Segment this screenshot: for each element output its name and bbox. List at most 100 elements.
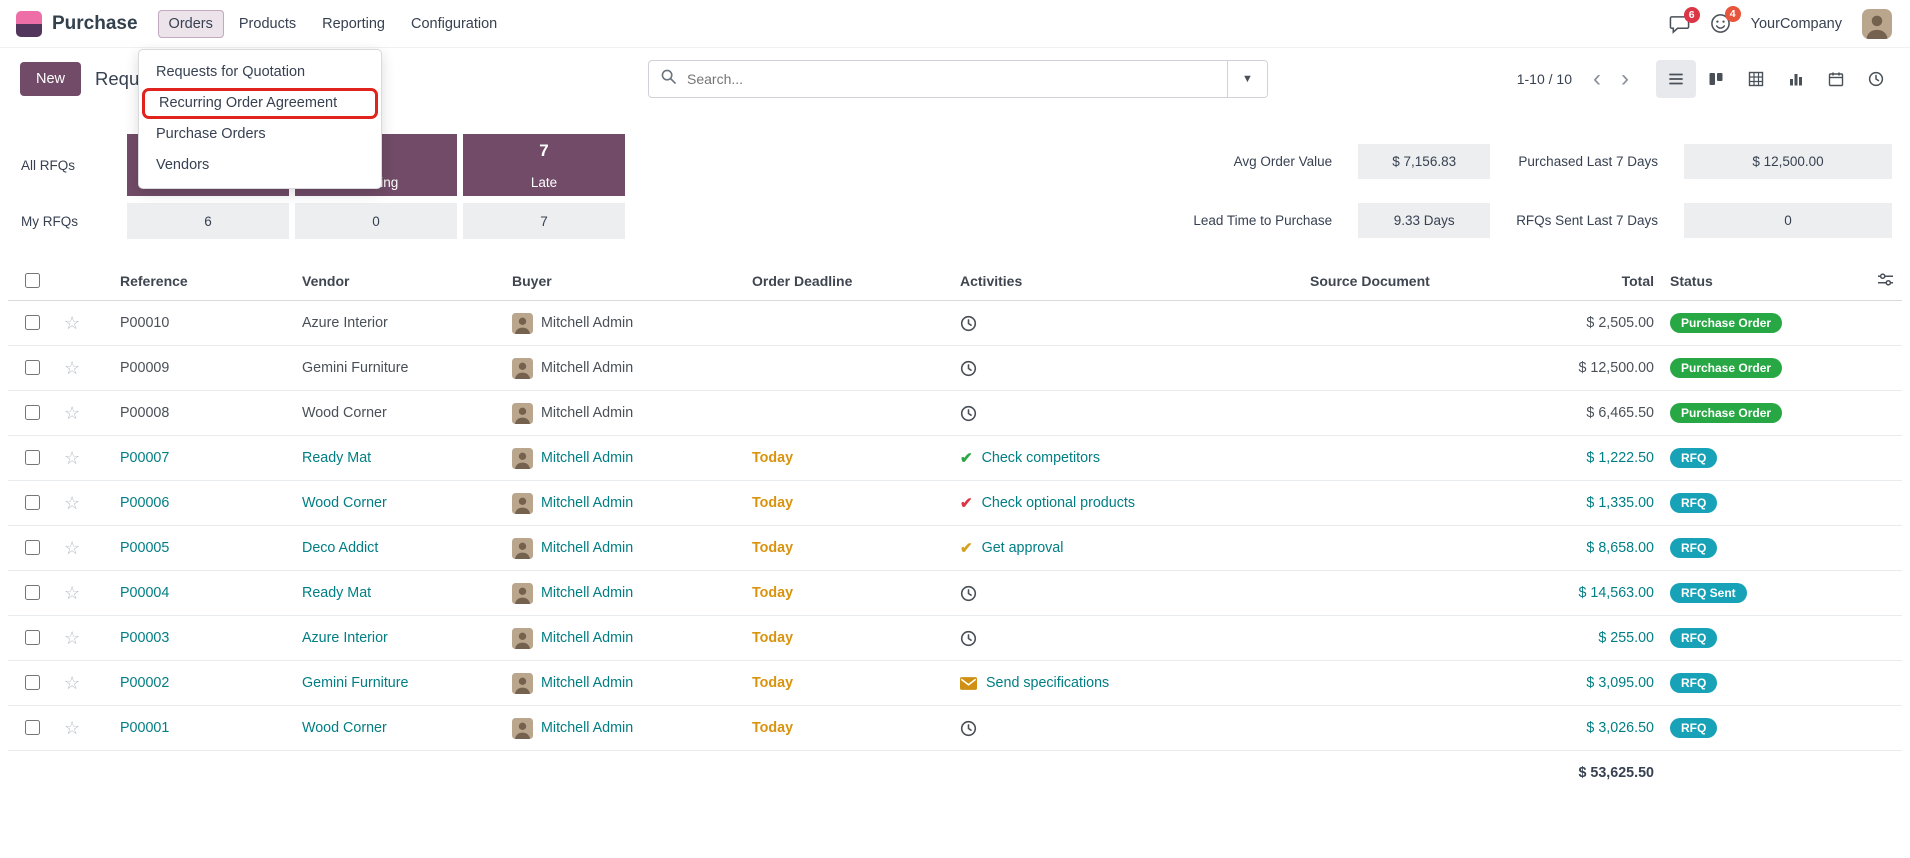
- activity-cell[interactable]: [952, 391, 1302, 436]
- activity-cell[interactable]: ✔Check optional products: [952, 481, 1302, 526]
- my-late-count[interactable]: 7: [463, 203, 625, 239]
- total-cell[interactable]: $ 3,026.50: [1502, 706, 1662, 751]
- row-favorite-cell[interactable]: ☆: [56, 571, 104, 616]
- reference-cell[interactable]: P00003: [104, 616, 294, 661]
- row-select-cell[interactable]: [8, 436, 56, 481]
- source-document-cell[interactable]: [1302, 526, 1502, 571]
- activity-clock-icon[interactable]: [960, 315, 977, 332]
- column-settings-icon[interactable]: [1877, 274, 1894, 290]
- select-all-checkbox[interactable]: [25, 273, 40, 288]
- column-header-buyer[interactable]: Buyer: [504, 261, 744, 301]
- pager-previous-button[interactable]: ‹: [1584, 67, 1610, 91]
- buyer-cell[interactable]: Mitchell Admin: [504, 571, 744, 616]
- view-kanban-button[interactable]: [1696, 60, 1736, 98]
- row-checkbox[interactable]: [25, 630, 40, 645]
- status-cell[interactable]: RFQ: [1662, 526, 1862, 571]
- reference-cell[interactable]: P00007: [104, 436, 294, 481]
- row-select-cell[interactable]: [8, 481, 56, 526]
- source-document-cell[interactable]: [1302, 706, 1502, 751]
- table-row[interactable]: ☆P00002Gemini FurnitureMitchell AdminTod…: [8, 661, 1902, 706]
- favorite-star-icon[interactable]: ☆: [64, 493, 80, 513]
- status-cell[interactable]: RFQ: [1662, 661, 1862, 706]
- activity-cell[interactable]: [952, 571, 1302, 616]
- favorite-star-icon[interactable]: ☆: [64, 718, 80, 738]
- my-to-send-count[interactable]: 6: [127, 203, 289, 239]
- row-checkbox[interactable]: [25, 540, 40, 555]
- favorite-star-icon[interactable]: ☆: [64, 403, 80, 423]
- buyer-cell[interactable]: Mitchell Admin: [504, 481, 744, 526]
- new-button[interactable]: New: [20, 62, 81, 96]
- total-cell[interactable]: $ 14,563.00: [1502, 571, 1662, 616]
- table-row[interactable]: ☆P00007Ready MatMitchell AdminToday✔Chec…: [8, 436, 1902, 481]
- activity-clock-icon[interactable]: [960, 630, 977, 647]
- source-document-cell[interactable]: [1302, 616, 1502, 661]
- app-title[interactable]: Purchase: [52, 13, 138, 35]
- table-row[interactable]: ☆P00008Wood CornerMitchell Admin$ 6,465.…: [8, 391, 1902, 436]
- row-checkbox[interactable]: [25, 315, 40, 330]
- activity-label[interactable]: Get approval: [982, 540, 1064, 556]
- activity-label[interactable]: Check competitors: [982, 450, 1100, 466]
- table-row[interactable]: ☆P00005Deco AddictMitchell AdminToday✔Ge…: [8, 526, 1902, 571]
- pager-next-button[interactable]: ›: [1612, 67, 1638, 91]
- favorite-star-icon[interactable]: ☆: [64, 448, 80, 468]
- buyer-cell[interactable]: Mitchell Admin: [504, 346, 744, 391]
- source-document-cell[interactable]: [1302, 346, 1502, 391]
- menu-item-purchase-orders[interactable]: Purchase Orders: [139, 119, 381, 150]
- row-favorite-cell[interactable]: ☆: [56, 706, 104, 751]
- menu-item-recurring-order-agreement[interactable]: Recurring Order Agreement: [142, 88, 378, 119]
- view-pivot-button[interactable]: [1736, 60, 1776, 98]
- menu-orders[interactable]: Orders: [158, 10, 224, 38]
- status-cell[interactable]: RFQ: [1662, 706, 1862, 751]
- view-activity-button[interactable]: [1856, 60, 1896, 98]
- column-header-activities[interactable]: Activities: [952, 261, 1302, 301]
- table-row[interactable]: ☆P00003Azure InteriorMitchell AdminToday…: [8, 616, 1902, 661]
- row-select-cell[interactable]: [8, 571, 56, 616]
- row-checkbox[interactable]: [25, 405, 40, 420]
- activity-clock-icon[interactable]: [960, 720, 977, 737]
- row-favorite-cell[interactable]: ☆: [56, 391, 104, 436]
- menu-products[interactable]: Products: [228, 10, 307, 38]
- activity-cell[interactable]: [952, 301, 1302, 346]
- activities-icon[interactable]: 4: [1710, 13, 1731, 34]
- buyer-cell[interactable]: Mitchell Admin: [504, 526, 744, 571]
- activity-check-icon[interactable]: ✔: [960, 540, 973, 557]
- source-document-cell[interactable]: [1302, 436, 1502, 481]
- reference-cell[interactable]: P00008: [104, 391, 294, 436]
- row-checkbox[interactable]: [25, 585, 40, 600]
- row-favorite-cell[interactable]: ☆: [56, 436, 104, 481]
- messages-icon[interactable]: 6: [1669, 14, 1690, 34]
- deadline-cell[interactable]: Today: [744, 661, 952, 706]
- reference-cell[interactable]: P00006: [104, 481, 294, 526]
- total-cell[interactable]: $ 1,335.00: [1502, 481, 1662, 526]
- source-document-cell[interactable]: [1302, 391, 1502, 436]
- deadline-cell[interactable]: Today: [744, 436, 952, 481]
- buyer-cell[interactable]: Mitchell Admin: [504, 616, 744, 661]
- column-header-source-document[interactable]: Source Document: [1302, 261, 1502, 301]
- source-document-cell[interactable]: [1302, 481, 1502, 526]
- table-row[interactable]: ☆P00006Wood CornerMitchell AdminToday✔Ch…: [8, 481, 1902, 526]
- activity-cell[interactable]: [952, 706, 1302, 751]
- status-cell[interactable]: RFQ Sent: [1662, 571, 1862, 616]
- row-checkbox[interactable]: [25, 675, 40, 690]
- total-cell[interactable]: $ 6,465.50: [1502, 391, 1662, 436]
- reference-cell[interactable]: P00002: [104, 661, 294, 706]
- purchase-app-icon[interactable]: [16, 11, 42, 37]
- status-cell[interactable]: RFQ: [1662, 481, 1862, 526]
- row-checkbox[interactable]: [25, 495, 40, 510]
- source-document-cell[interactable]: [1302, 301, 1502, 346]
- search-input[interactable]: [685, 70, 1215, 88]
- buyer-cell[interactable]: Mitchell Admin: [504, 661, 744, 706]
- vendor-cell[interactable]: Gemini Furniture: [294, 346, 504, 391]
- activity-label[interactable]: Check optional products: [982, 495, 1135, 511]
- activity-cell[interactable]: [952, 616, 1302, 661]
- company-name[interactable]: YourCompany: [1751, 16, 1842, 32]
- vendor-cell[interactable]: Ready Mat: [294, 571, 504, 616]
- deadline-cell[interactable]: Today: [744, 526, 952, 571]
- column-header-order-deadline[interactable]: Order Deadline: [744, 261, 952, 301]
- row-select-cell[interactable]: [8, 391, 56, 436]
- activity-cell[interactable]: ✔ Get approval: [952, 526, 1302, 571]
- row-select-cell[interactable]: [8, 616, 56, 661]
- reference-cell[interactable]: P00005: [104, 526, 294, 571]
- status-cell[interactable]: RFQ: [1662, 616, 1862, 661]
- table-row[interactable]: ☆P00010Azure InteriorMitchell Admin$ 2,5…: [8, 301, 1902, 346]
